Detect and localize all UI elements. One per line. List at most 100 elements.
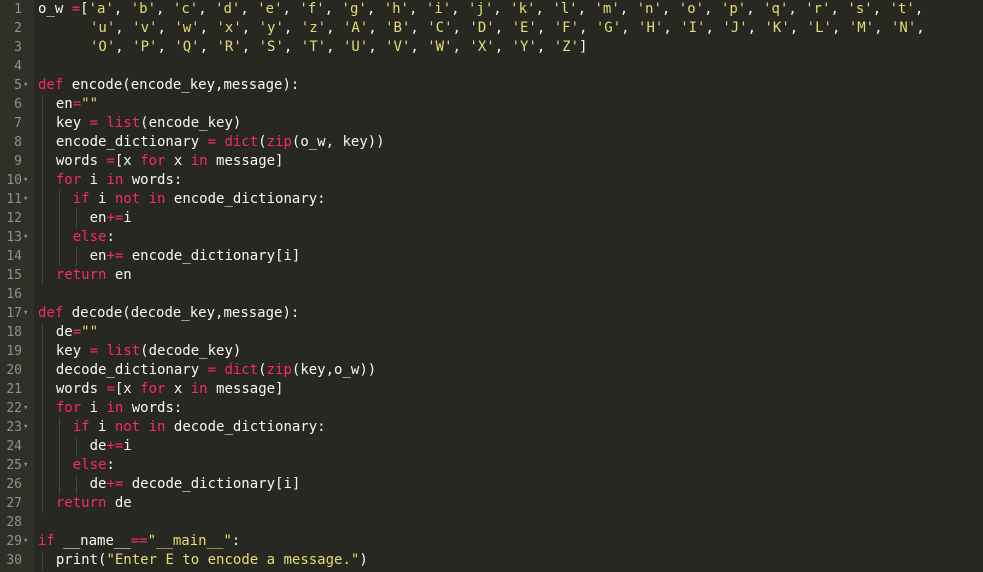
- code-line[interactable]: 29 ▾ if __name__=="__main__":: [0, 532, 983, 551]
- indent-guide: [42, 247, 43, 266]
- code-line[interactable]: 8 encode_dictionary = dict(zip(o_w, key)): [0, 133, 983, 152]
- line-number: 2: [14, 21, 22, 36]
- line-number: 18: [6, 325, 22, 340]
- code-text: 'O', 'P', 'Q', 'R', 'S', 'T', 'U', 'V', …: [90, 39, 588, 55]
- fold-arrow-icon[interactable]: ▾: [23, 418, 28, 437]
- code-line[interactable]: 4: [0, 57, 983, 76]
- code-line[interactable]: 16: [0, 285, 983, 304]
- indent-guide: [42, 190, 43, 209]
- code-line[interactable]: 18 de="": [0, 323, 983, 342]
- code-line[interactable]: 22 ▾ for i in words:: [0, 399, 983, 418]
- code-line[interactable]: 21 words =[x for x in message]: [0, 380, 983, 399]
- indent-guide: [42, 475, 43, 494]
- code-text: else:: [72, 229, 115, 245]
- indent-guide: [42, 361, 43, 380]
- code-text: return en: [55, 267, 132, 283]
- indent-guide: [42, 399, 43, 418]
- line-number: 13: [6, 230, 22, 245]
- indent-guide: [42, 342, 43, 361]
- line-number: 30: [6, 553, 22, 568]
- line-number: 19: [6, 344, 22, 359]
- line-number: 25: [6, 458, 22, 473]
- code-text: en="": [55, 96, 99, 112]
- fold-arrow-icon[interactable]: ▾: [23, 399, 28, 418]
- indent-guide: [42, 456, 43, 475]
- fold-arrow-icon[interactable]: ▾: [23, 76, 28, 95]
- code-line[interactable]: 10 ▾ for i in words:: [0, 171, 983, 190]
- indent-guide: [42, 551, 43, 570]
- fold-arrow-icon[interactable]: ▾: [23, 228, 28, 247]
- indent-guide: [75, 475, 77, 494]
- line-number: 15: [6, 268, 22, 283]
- fold-arrow-icon[interactable]: ▾: [23, 171, 28, 190]
- code-text: words =[x for x in message]: [55, 153, 284, 169]
- code-text: o_w =['a', 'b', 'c', 'd', 'e', 'f', 'g',…: [38, 1, 924, 17]
- indent-guide: [58, 475, 60, 494]
- code-line[interactable]: 23 ▾ if i not in decode_dictionary:: [0, 418, 983, 437]
- line-number: 20: [6, 363, 22, 378]
- code-line[interactable]: 26 de+= decode_dictionary[i]: [0, 475, 983, 494]
- code-editor[interactable]: 1 o_w =['a', 'b', 'c', 'd', 'e', 'f', 'g'…: [0, 0, 983, 572]
- code-text: for i in words:: [55, 172, 183, 188]
- line-number: 12: [6, 211, 22, 226]
- fold-arrow-icon[interactable]: ▾: [23, 456, 28, 475]
- code-line[interactable]: 9 words =[x for x in message]: [0, 152, 983, 171]
- line-number: 21: [6, 382, 22, 397]
- indent-guide: [75, 247, 77, 266]
- indent-guide: [42, 494, 43, 513]
- code-text: encode_dictionary = dict(zip(o_w, key)): [55, 134, 385, 150]
- code-text: de="": [55, 324, 99, 340]
- code-text: else:: [72, 457, 115, 473]
- indent-guide: [42, 418, 43, 437]
- indent-guide: [42, 114, 43, 133]
- code-text: return de: [55, 495, 132, 511]
- code-line[interactable]: 19 key = list(decode_key): [0, 342, 983, 361]
- code-line[interactable]: 13 ▾ else:: [0, 228, 983, 247]
- fold-arrow-icon[interactable]: ▾: [23, 532, 28, 551]
- code-line[interactable]: 11 ▾ if i not in encode_dictionary:: [0, 190, 983, 209]
- indent-guide: [42, 152, 43, 171]
- indent-guide: [75, 209, 77, 228]
- indent-guide: [42, 95, 43, 114]
- code-text: for i in words:: [55, 400, 183, 416]
- code-line[interactable]: 24 de+=i: [0, 437, 983, 456]
- code-text: de+= decode_dictionary[i]: [89, 476, 301, 492]
- code-line[interactable]: 30 print("Enter E to encode a message."): [0, 551, 983, 570]
- indent-guide: [58, 228, 60, 247]
- code-text: if i not in decode_dictionary:: [72, 419, 326, 435]
- fold-arrow-icon[interactable]: ▾: [23, 304, 28, 323]
- code-text: def encode(encode_key,message):: [38, 77, 300, 93]
- code-line[interactable]: 27 return de: [0, 494, 983, 513]
- line-number: 1: [14, 2, 22, 17]
- fold-arrow-icon[interactable]: ▾: [23, 190, 28, 209]
- code-line[interactable]: 17 ▾ def decode(decode_key,message):: [0, 304, 983, 323]
- code-line[interactable]: 7 key = list(encode_key): [0, 114, 983, 133]
- code-line[interactable]: 3 'O', 'P', 'Q', 'R', 'S', 'T', 'U', 'V',…: [0, 38, 983, 57]
- code-line[interactable]: 25 ▾ else:: [0, 456, 983, 475]
- code-line[interactable]: 28: [0, 513, 983, 532]
- code-text: de+=i: [89, 438, 132, 454]
- line-number: 27: [6, 496, 22, 511]
- line-number: 22: [6, 401, 22, 416]
- line-number: 29: [6, 534, 22, 549]
- indent-guide: [42, 437, 43, 456]
- code-line[interactable]: 15 return en: [0, 266, 983, 285]
- line-number: 6: [14, 97, 22, 112]
- code-line[interactable]: 1 o_w =['a', 'b', 'c', 'd', 'e', 'f', 'g'…: [0, 0, 983, 19]
- code-text: def decode(decode_key,message):: [38, 305, 300, 321]
- code-line[interactable]: 2 'u', 'v', 'w', 'x', 'y', 'z', 'A', 'B',…: [0, 19, 983, 38]
- code-text: 'u', 'v', 'w', 'x', 'y', 'z', 'A', 'B', …: [90, 20, 925, 36]
- line-number: 7: [14, 116, 22, 131]
- indent-guide: [58, 456, 60, 475]
- line-number: 5: [14, 78, 22, 93]
- indent-guide: [75, 437, 77, 456]
- indent-guide: [42, 266, 43, 285]
- code-line[interactable]: 6 en="": [0, 95, 983, 114]
- code-line[interactable]: 20 decode_dictionary = dict(zip(key,o_w)): [0, 361, 983, 380]
- code-line[interactable]: 14 en+= encode_dictionary[i]: [0, 247, 983, 266]
- line-number: 10: [6, 173, 22, 188]
- indent-guide: [58, 247, 60, 266]
- code-line[interactable]: 5 ▾ def encode(encode_key,message):: [0, 76, 983, 95]
- code-line[interactable]: 12 en+=i: [0, 209, 983, 228]
- line-number: 8: [14, 135, 22, 150]
